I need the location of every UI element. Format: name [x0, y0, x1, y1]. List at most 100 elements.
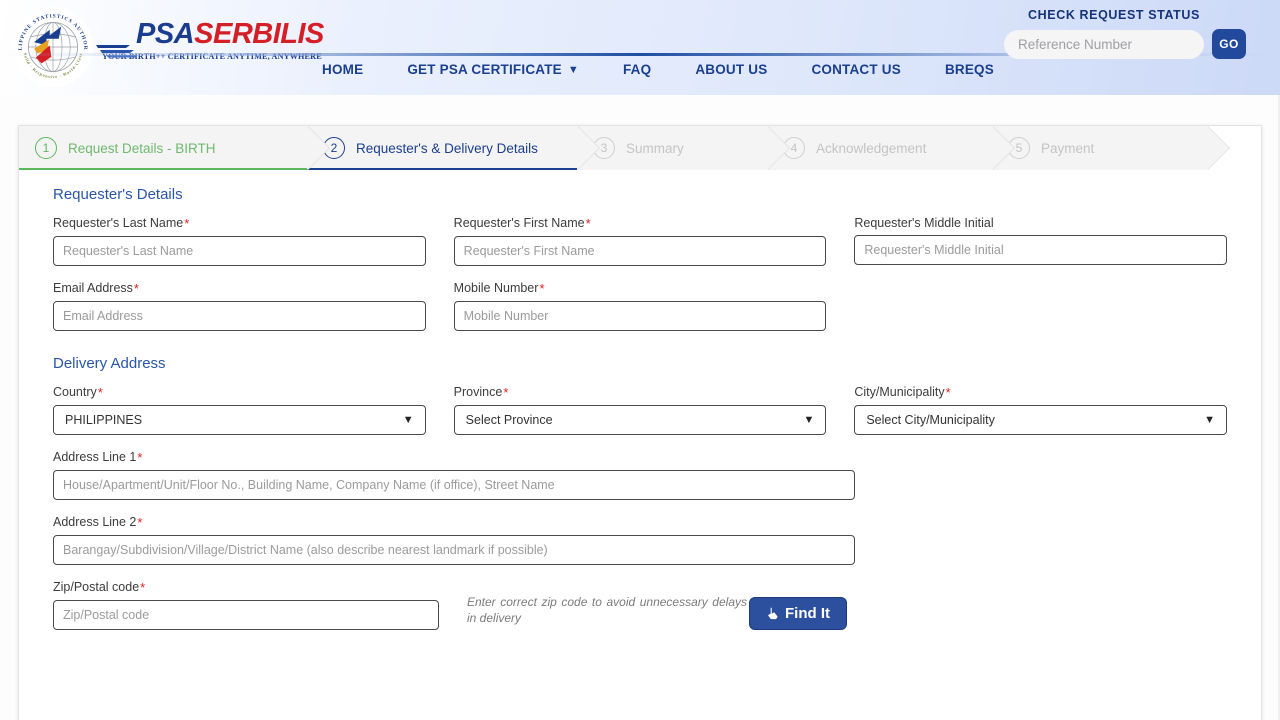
- field-label: Mobile Number*: [453, 281, 545, 296]
- requester-details-heading: Requester's Details: [53, 186, 183, 203]
- page-body: 1 Request Details - BIRTH 2 Requester's …: [0, 95, 1280, 720]
- step-chevron: [992, 126, 1014, 170]
- required-marker: *: [97, 385, 103, 400]
- nav-label: GET PSA CERTIFICATE: [407, 62, 562, 77]
- zip-postal-code-input[interactable]: [53, 600, 439, 630]
- field-zip-postal-code: Zip/Postal code*: [53, 580, 439, 630]
- required-marker: *: [137, 450, 143, 465]
- field-label: Country*: [53, 385, 103, 400]
- request-form-card: 1 Request Details - BIRTH 2 Requester's …: [18, 125, 1262, 720]
- requester-name-row: Requester's Last Name* Requester's First…: [53, 216, 1228, 266]
- pointing-hand-icon: [767, 606, 779, 621]
- step-label: Request Details - BIRTH: [68, 140, 216, 156]
- address-line-2-row: Address Line 2*: [53, 515, 1227, 565]
- step-5-payment[interactable]: 5 Payment: [992, 126, 1230, 170]
- city-municipality-select[interactable]: Select City/Municipality: [854, 405, 1228, 435]
- step-1-request-details[interactable]: 1 Request Details - BIRTH: [19, 126, 330, 170]
- step-4-acknowledgement[interactable]: 4 Acknowledgement: [767, 126, 1015, 170]
- country-select[interactable]: PHILIPPINES: [53, 405, 426, 435]
- nav-item-faq[interactable]: FAQ: [601, 62, 673, 77]
- step-number: 1: [35, 137, 57, 159]
- nav-label: ABOUT US: [695, 62, 768, 77]
- site-logo[interactable]: PHILIPPINE STATISTICS AUTHORITY Solid · …: [8, 4, 324, 88]
- field-last-name: Requester's Last Name*: [53, 216, 426, 266]
- nav-label: HOME: [322, 62, 364, 77]
- nav-item-about-us[interactable]: ABOUT US: [673, 62, 789, 77]
- middle-initial-input[interactable]: [854, 235, 1228, 265]
- required-marker: *: [945, 385, 951, 400]
- step-2-requester-delivery-details[interactable]: 2 Requester's & Delivery Details: [307, 126, 600, 170]
- swoosh-icon: [96, 45, 138, 58]
- zip-code-hint: Enter correct zip code to avoid unnecess…: [467, 594, 747, 625]
- field-province: Province* Select Province ▼: [453, 385, 827, 435]
- nav-label: BREQS: [944, 62, 994, 77]
- field-middle-initial: Requester's Middle Initial: [854, 216, 1228, 266]
- zip-code-row: Zip/Postal code* Enter correct zip code …: [53, 580, 1227, 630]
- last-name-input[interactable]: [53, 236, 426, 266]
- address-line-2-input[interactable]: [53, 535, 855, 565]
- step-label: Summary: [626, 140, 684, 156]
- required-marker: *: [137, 515, 143, 530]
- find-it-button[interactable]: Find It: [749, 597, 847, 630]
- field-mobile-number: Mobile Number*: [453, 281, 827, 331]
- province-select[interactable]: Select Province: [453, 405, 827, 435]
- field-spacer: [854, 281, 1227, 331]
- check-request-status-title: CHECK REQUEST STATUS: [1028, 8, 1200, 22]
- field-email-address: Email Address*: [53, 281, 426, 331]
- field-label: Requester's Last Name*: [53, 216, 190, 231]
- nav-label: CONTACT US: [811, 62, 901, 77]
- step-chevron: [307, 126, 329, 170]
- go-button[interactable]: GO: [1212, 29, 1246, 59]
- nav-item-contact-us[interactable]: CONTACT US: [789, 62, 923, 77]
- required-marker: *: [184, 216, 190, 231]
- brand-serbilis-text: SERBILIS: [194, 18, 324, 50]
- reference-number-input[interactable]: [1004, 29, 1204, 59]
- progress-steps: 1 Request Details - BIRTH 2 Requester's …: [19, 126, 1261, 170]
- main-navigation: HOME GET PSA CERTIFICATE ▼ FAQ ABOUT US …: [300, 62, 1016, 77]
- address-line-1-input[interactable]: [53, 470, 855, 500]
- field-label: Email Address*: [53, 281, 139, 296]
- field-label: Zip/Postal code*: [53, 580, 146, 595]
- nav-item-home[interactable]: HOME: [300, 62, 385, 77]
- step-3-summary[interactable]: 3 Summary: [577, 126, 790, 170]
- form-area: Requester's Details Requester's Last Nam…: [19, 170, 1261, 680]
- field-city-municipality: City/Municipality* Select City/Municipal…: [854, 385, 1228, 435]
- step-label: Acknowledgement: [816, 140, 927, 156]
- check-request-status-widget: CHECK REQUEST STATUS GO: [1004, 8, 1266, 59]
- psa-seal-icon: PHILIPPINE STATISTICS AUTHORITY Solid · …: [12, 6, 94, 88]
- step-chevron: [577, 126, 599, 170]
- nav-item-breqs[interactable]: BREQS: [923, 62, 1016, 77]
- brand-psa-text: PSA: [136, 18, 195, 50]
- field-label: Requester's First Name*: [453, 216, 591, 231]
- field-label: Address Line 2*: [53, 515, 143, 530]
- field-label: Province*: [453, 385, 509, 400]
- find-it-label: Find It: [785, 605, 830, 622]
- step-chevron: [767, 126, 789, 170]
- field-label: Requester's Middle Initial: [854, 216, 994, 230]
- field-label: City/Municipality*: [854, 385, 951, 400]
- required-marker: *: [539, 281, 545, 296]
- site-header: PHILIPPINE STATISTICS AUTHORITY Solid · …: [0, 0, 1280, 95]
- field-address-line-2: Address Line 2*: [53, 515, 855, 565]
- delivery-address-heading: Delivery Address: [53, 355, 166, 372]
- email-input[interactable]: [53, 301, 426, 331]
- mobile-number-input[interactable]: [453, 301, 827, 331]
- step-label: Payment: [1041, 140, 1095, 156]
- field-country: Country* PHILIPPINES ▼: [53, 385, 426, 435]
- nav-label: FAQ: [622, 62, 652, 77]
- step-chevron: [1207, 126, 1229, 170]
- step-label: Requester's & Delivery Details: [356, 140, 538, 156]
- first-name-input[interactable]: [453, 236, 827, 266]
- nav-item-get-psa-certificate[interactable]: GET PSA CERTIFICATE ▼: [385, 62, 601, 77]
- address-line-1-row: Address Line 1*: [53, 450, 1227, 500]
- chevron-down-icon: ▼: [567, 64, 579, 76]
- delivery-location-row: Country* PHILIPPINES ▼ Province* Select …: [53, 385, 1228, 435]
- field-label: Address Line 1*: [53, 450, 143, 465]
- required-marker: *: [585, 216, 591, 231]
- field-first-name: Requester's First Name*: [453, 216, 827, 266]
- required-marker: *: [140, 580, 146, 595]
- requester-contact-row: Email Address* Mobile Number*: [53, 281, 1227, 331]
- required-marker: *: [503, 385, 509, 400]
- field-address-line-1: Address Line 1*: [53, 450, 855, 500]
- required-marker: *: [133, 281, 139, 296]
